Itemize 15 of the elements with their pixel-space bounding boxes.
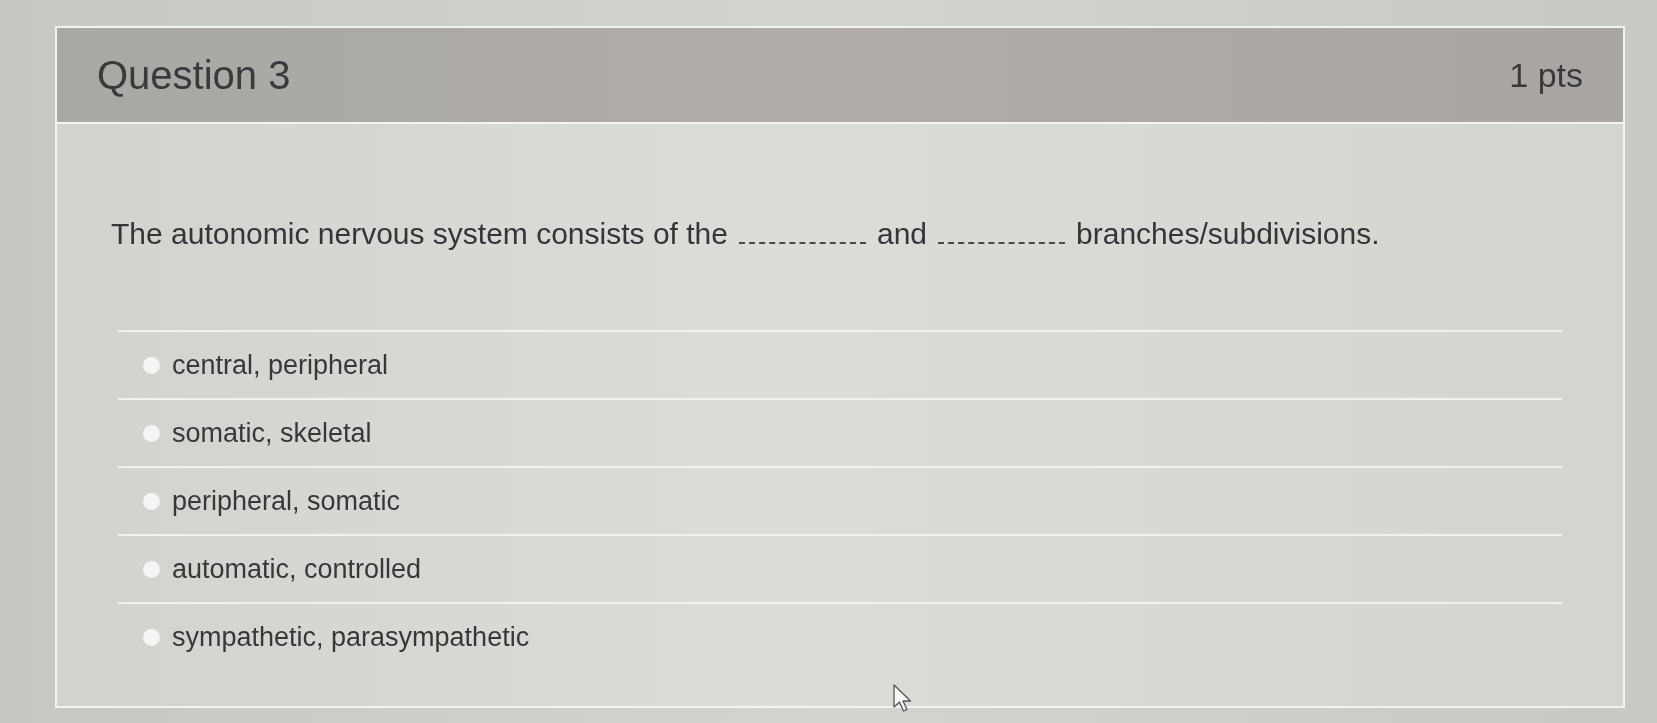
points-label: 1 pts	[1509, 55, 1583, 95]
answer-option[interactable]: somatic, skeletal	[143, 417, 372, 449]
question-text: The autonomic nervous system consists of the	[111, 216, 728, 252]
question-text: and	[876, 216, 927, 252]
radio-button[interactable]	[143, 628, 160, 646]
radio-button[interactable]	[143, 424, 160, 442]
question-text: branches/subdivisions.	[1076, 216, 1380, 252]
question-title: Question 3	[97, 52, 291, 98]
radio-button[interactable]	[143, 356, 160, 374]
answer-option[interactable]: sympathetic, parasympathetic	[143, 621, 530, 653]
answer-option[interactable]: central, peripheral	[143, 349, 389, 381]
radio-button[interactable]	[143, 492, 160, 510]
answer-option[interactable]: automatic, controlled	[143, 553, 422, 585]
radio-button[interactable]	[143, 560, 160, 578]
answer-option[interactable]: peripheral, somatic	[143, 485, 401, 517]
